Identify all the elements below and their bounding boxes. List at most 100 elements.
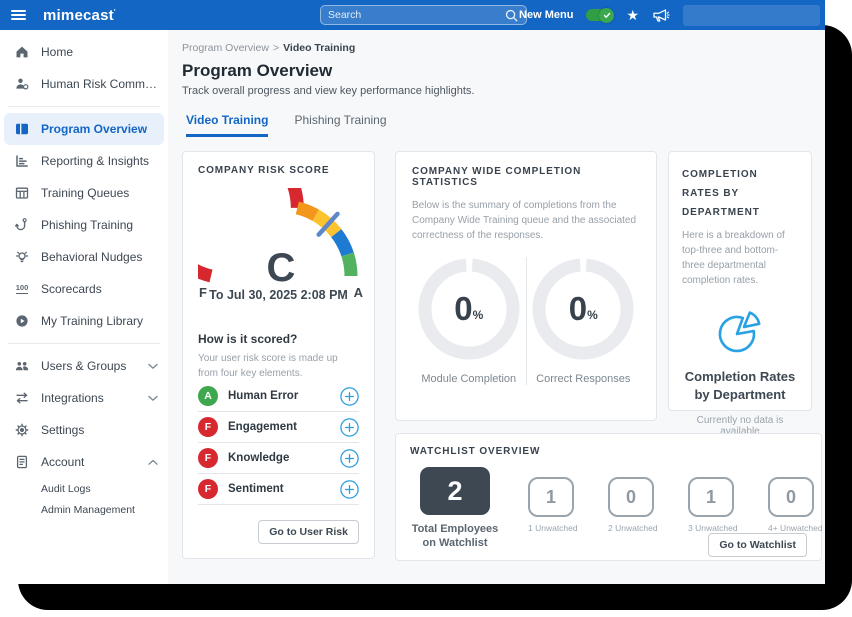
sidebar-item-label: Human Risk Command Ce... bbox=[41, 77, 158, 91]
bucket-count[interactable]: 1 bbox=[528, 477, 574, 517]
tab-video-training[interactable]: Video Training bbox=[186, 113, 268, 137]
hamburger-menu-icon[interactable] bbox=[11, 10, 26, 21]
bucket-label: 3 Unwatched bbox=[688, 523, 734, 533]
global-search[interactable] bbox=[320, 5, 527, 25]
toggle-check-icon bbox=[599, 8, 614, 23]
top-navigation-bar: mimecast' New Menu ★ bbox=[0, 0, 825, 30]
expand-plus-icon[interactable] bbox=[340, 480, 359, 499]
search-input[interactable] bbox=[328, 9, 504, 21]
risk-element-label: Engagement bbox=[228, 421, 340, 433]
donut-unit: % bbox=[587, 308, 598, 322]
bucket-count[interactable]: 0 bbox=[608, 477, 654, 517]
sidebar-navigation: Home Human Risk Command Ce... Program Ov… bbox=[0, 30, 168, 584]
scale-min-label: F bbox=[199, 285, 207, 300]
company-risk-score-card: COMPANY RISK SCORE C F A To Jul 30, 2025… bbox=[182, 151, 375, 559]
watchlist-total-count[interactable]: 2 bbox=[420, 467, 490, 515]
page-title: Program Overview bbox=[168, 54, 825, 81]
completion-description: Below is the summary of completions from… bbox=[412, 198, 640, 243]
grade-badge: F bbox=[198, 479, 218, 499]
bucket-label: 2 Unwatched bbox=[608, 523, 654, 533]
tab-bar: Video Training Phishing Training bbox=[168, 97, 825, 137]
how-scored-text: Your user risk score is made up from fou… bbox=[198, 352, 359, 381]
pie-chart-icon bbox=[682, 304, 798, 356]
sidebar-item-label: Training Queues bbox=[41, 186, 158, 200]
sidebar-item-program-overview[interactable]: Program Overview bbox=[4, 113, 164, 145]
bucket-count[interactable]: 0 bbox=[768, 477, 814, 517]
risk-element-row: F Sentiment bbox=[198, 474, 359, 505]
sidebar-item-phishing-training[interactable]: Phishing Training bbox=[0, 209, 168, 241]
watchlist-overview-card: WATCHLIST OVERVIEW 2 Total Employees on … bbox=[395, 433, 822, 561]
sidebar-item-behavioral-nudges[interactable]: Behavioral Nudges bbox=[0, 241, 168, 273]
breadcrumb-current: Video Training bbox=[283, 42, 355, 54]
sidebar-item-label: Settings bbox=[41, 423, 158, 437]
sidebar-item-human-risk-command-center[interactable]: Human Risk Command Ce... bbox=[0, 68, 168, 100]
watchlist-bucket-3: 1 3 Unwatched bbox=[688, 477, 734, 533]
report-chart-icon bbox=[14, 153, 30, 169]
correct-responses-donut: 0 % Correct Responses bbox=[527, 257, 641, 385]
sidebar-item-account[interactable]: Account bbox=[0, 446, 168, 478]
expand-plus-icon[interactable] bbox=[340, 387, 359, 406]
card-header: COMPANY WIDE COMPLETION STATISTICS bbox=[412, 166, 640, 188]
risk-element-row: F Knowledge bbox=[198, 443, 359, 474]
donut-value: 0 bbox=[454, 290, 472, 328]
expand-plus-icon[interactable] bbox=[340, 449, 359, 468]
sidebar-item-label: Phishing Training bbox=[41, 218, 158, 232]
new-menu-toggle[interactable] bbox=[586, 9, 613, 21]
go-to-watchlist-button[interactable]: Go to Watchlist bbox=[708, 533, 807, 557]
sidebar-divider bbox=[8, 343, 160, 344]
how-scored-title: How is it scored? bbox=[198, 332, 359, 346]
gear-icon bbox=[14, 422, 30, 438]
expand-plus-icon[interactable] bbox=[340, 418, 359, 437]
department-empty-title: Completion Rates by Department bbox=[682, 368, 798, 403]
breadcrumb-parent[interactable]: Program Overview bbox=[182, 42, 269, 54]
app-window: mimecast' New Menu ★ Home bbox=[0, 0, 825, 584]
breadcrumb-separator: > bbox=[273, 42, 279, 54]
sidebar-divider bbox=[8, 106, 160, 107]
sidebar-item-my-training-library[interactable]: My Training Library bbox=[0, 305, 168, 337]
person-badge-icon bbox=[14, 76, 30, 92]
cards-grid: COMPANY RISK SCORE C F A To Jul 30, 2025… bbox=[168, 137, 825, 584]
completion-statistics-card: COMPANY WIDE COMPLETION STATISTICS Below… bbox=[395, 151, 657, 421]
card-header: COMPLETION RATES BY DEPARTMENT bbox=[682, 165, 798, 222]
donut-label: Correct Responses bbox=[536, 373, 630, 385]
go-to-user-risk-button[interactable]: Go to User Risk bbox=[258, 520, 359, 544]
sidebar-item-label: My Training Library bbox=[41, 314, 158, 328]
donut-label: Module Completion bbox=[421, 373, 516, 385]
new-menu-label: New Menu bbox=[519, 9, 573, 21]
watchlist-total-label: Total Employees on Watchlist bbox=[410, 522, 500, 551]
megaphone-icon[interactable] bbox=[652, 7, 670, 23]
sidebar-item-label: Reporting & Insights bbox=[41, 154, 158, 168]
risk-gauge: C bbox=[198, 188, 364, 283]
sidebar-subitem-admin-management[interactable]: Admin Management bbox=[0, 499, 168, 520]
breadcrumb: Program Overview > Video Training bbox=[168, 30, 825, 54]
sidebar-item-home[interactable]: Home bbox=[0, 36, 168, 68]
department-rates-card: COMPLETION RATES BY DEPARTMENT Here is a… bbox=[668, 151, 812, 411]
account-file-icon bbox=[14, 454, 30, 470]
account-area[interactable] bbox=[683, 5, 820, 26]
screenshot-stage: mimecast' New Menu ★ Home bbox=[0, 0, 852, 617]
sidebar-item-training-queues[interactable]: Training Queues bbox=[0, 177, 168, 209]
topbar-right-cluster: New Menu ★ bbox=[519, 0, 820, 30]
sidebar-item-settings[interactable]: Settings bbox=[0, 414, 168, 446]
tab-phishing-training[interactable]: Phishing Training bbox=[294, 113, 386, 137]
table-icon bbox=[14, 185, 30, 201]
play-circle-icon bbox=[14, 313, 30, 329]
grade-badge: A bbox=[198, 386, 218, 406]
department-description: Here is a breakdown of top-three and bot… bbox=[682, 228, 798, 288]
sidebar-item-integrations[interactable]: Integrations bbox=[0, 382, 168, 414]
favorites-star-icon[interactable]: ★ bbox=[626, 8, 639, 22]
card-header: WATCHLIST OVERVIEW bbox=[410, 446, 807, 457]
sidebar-item-label: Users & Groups bbox=[41, 359, 148, 373]
sidebar-subitem-audit-logs[interactable]: Audit Logs bbox=[0, 478, 168, 499]
main-content: Program Overview>Video Training Program … bbox=[168, 30, 825, 584]
sidebar-item-reporting-insights[interactable]: Reporting & Insights bbox=[0, 145, 168, 177]
sidebar-item-scorecards[interactable]: 100 Scorecards bbox=[0, 273, 168, 305]
bucket-count[interactable]: 1 bbox=[688, 477, 734, 517]
bucket-label: 4+ Unwatched bbox=[768, 523, 814, 533]
grade-badge: F bbox=[198, 448, 218, 468]
donut-unit: % bbox=[473, 308, 484, 322]
integrations-icon bbox=[14, 390, 30, 406]
donut-value: 0 bbox=[569, 290, 587, 328]
sidebar-item-users-groups[interactable]: Users & Groups bbox=[0, 350, 168, 382]
risk-element-label: Human Error bbox=[228, 390, 340, 402]
